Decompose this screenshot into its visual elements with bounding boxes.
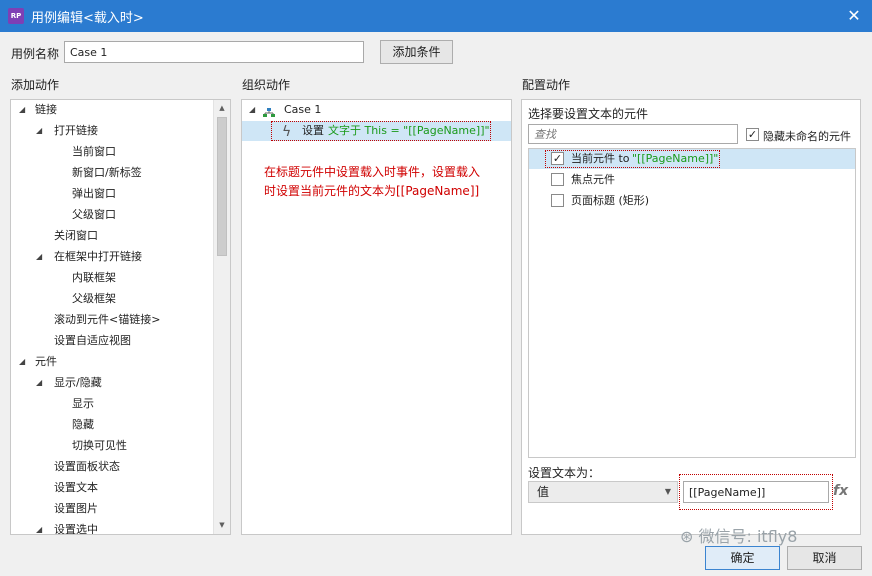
expand-triangle-icon[interactable]: ◢ xyxy=(19,100,25,120)
widget-checkbox[interactable] xyxy=(551,194,564,207)
add-condition-button[interactable]: 添加条件 xyxy=(380,40,453,64)
scroll-thumb[interactable] xyxy=(217,117,227,256)
set-text-type-select[interactable]: 值 ▼ xyxy=(528,481,678,503)
select-widget-heading: 选择要设置文本的元件 xyxy=(528,107,649,121)
organize-actions-heading: 组织动作 xyxy=(242,78,291,92)
action-tree-item[interactable]: 设置面板状态 xyxy=(11,457,214,477)
action-tree-label: 隐藏 xyxy=(72,418,94,431)
widget-row-focus[interactable]: 焦点元件 xyxy=(529,170,855,190)
action-tree-item[interactable]: 显示 xyxy=(11,394,214,414)
widget-checkbox[interactable] xyxy=(551,173,564,186)
action-tree-label: 元件 xyxy=(35,355,57,368)
scroll-up-icon[interactable]: ▲ xyxy=(214,100,230,117)
action-tree-item[interactable]: 关闭窗口 xyxy=(11,226,214,246)
action-tree-label: 新窗口/新标签 xyxy=(72,166,142,179)
set-text-value-input[interactable] xyxy=(683,481,829,503)
highlight-box xyxy=(271,121,491,141)
title-bar: RP 用例编辑<载入时> ✕ xyxy=(0,0,872,32)
action-tree-item[interactable]: 新窗口/新标签 xyxy=(11,163,214,183)
action-tree-item[interactable]: 滚动到元件<锚链接> xyxy=(11,310,214,330)
case-label: Case 1 xyxy=(284,103,322,116)
configure-actions-panel: 选择要设置文本的元件 ✓ 隐藏未命名的元件 ✓ 当前元件 to "[[PageN… xyxy=(521,99,861,535)
action-tree-label: 设置自适应视图 xyxy=(54,334,131,347)
scroll-down-icon[interactable]: ▼ xyxy=(214,517,230,534)
action-tree-item[interactable]: 父级框架 xyxy=(11,289,214,309)
case-name-label: 用例名称 xyxy=(11,47,60,61)
action-tree-item[interactable]: ◢ 显示/隐藏 xyxy=(11,373,214,393)
action-tree-label: 设置图片 xyxy=(54,502,98,515)
cancel-button[interactable]: 取消 xyxy=(787,546,862,570)
organize-actions-panel[interactable]: ◢ Case 1 ϟ 设置 文字于 This = "[[PageName]]" … xyxy=(241,99,512,535)
search-input[interactable] xyxy=(528,124,738,144)
annotation-line-1: 在标题元件中设置载入时事件，设置载入 xyxy=(264,165,481,179)
action-tree-label: 显示 xyxy=(72,397,94,410)
action-tree-item[interactable]: 弹出窗口 xyxy=(11,184,214,204)
action-tree-item[interactable]: ◢ 打开链接 xyxy=(11,121,214,141)
action-tree-label: 打开链接 xyxy=(54,124,98,137)
window-title: 用例编辑<载入时> xyxy=(31,10,144,26)
action-tree-item[interactable]: 切换可见性 xyxy=(11,436,214,456)
expand-triangle-icon[interactable]: ◢ xyxy=(19,352,25,372)
expand-triangle-icon[interactable]: ◢ xyxy=(36,247,42,267)
widget-label: 页面标题 (矩形) xyxy=(571,194,650,207)
set-text-label: 设置文本为： xyxy=(528,466,601,480)
case-icon xyxy=(263,105,275,117)
action-tree-label: 内联框架 xyxy=(72,271,116,284)
select-value: 值 xyxy=(537,485,550,499)
action-tree-label: 显示/隐藏 xyxy=(54,376,102,389)
ok-button[interactable]: 确定 xyxy=(705,546,780,570)
action-tree-label: 当前窗口 xyxy=(72,145,116,158)
add-actions-tree[interactable]: ◢ 链接 ◢ 打开链接当前窗口新窗口/新标签 弹出窗口父级窗口关闭窗口 ◢ 在框架中打开链接… xyxy=(10,99,231,535)
actions-scrollbar[interactable]: ▲ ▼ xyxy=(213,100,230,534)
wechat-icon: ⊛ xyxy=(680,527,699,546)
action-tree-label: 父级框架 xyxy=(72,292,116,305)
action-tree-label: 父级窗口 xyxy=(72,208,116,221)
axure-app-icon: RP xyxy=(8,8,24,24)
action-tree-label: 链接 xyxy=(35,103,57,116)
action-tree-label: 在框架中打开链接 xyxy=(54,250,142,263)
hide-unnamed-checkbox[interactable]: ✓ xyxy=(746,128,759,141)
widget-list[interactable]: ✓ 当前元件 to "[[PageName]]" 焦点元件 页面标题 (矩形) xyxy=(528,148,856,458)
action-tree-label: 关闭窗口 xyxy=(54,229,98,242)
action-tree-item[interactable]: ◢ 设置选中 xyxy=(11,520,214,535)
fx-icon[interactable]: fx xyxy=(833,483,848,499)
action-tree-item[interactable]: 当前窗口 xyxy=(11,142,214,162)
watermark-text: 微信号: itfly8 xyxy=(698,527,798,546)
action-tree-label: 弹出窗口 xyxy=(72,187,116,200)
expand-triangle-icon[interactable]: ◢ xyxy=(36,373,42,393)
action-tree-item[interactable]: ◢ 元件 xyxy=(11,352,214,372)
expand-triangle-icon[interactable]: ◢ xyxy=(36,520,42,534)
action-tree-label: 滚动到元件<锚链接> xyxy=(54,313,161,326)
action-tree-label: 设置面板状态 xyxy=(54,460,120,473)
add-actions-heading: 添加动作 xyxy=(11,78,60,92)
action-tree-item[interactable]: ◢ 链接 xyxy=(11,100,214,120)
hide-unnamed-label: 隐藏未命名的元件 xyxy=(763,130,851,143)
action-tree-label: 设置选中 xyxy=(54,523,98,535)
widget-label: 焦点元件 xyxy=(571,173,615,186)
chevron-down-icon: ▼ xyxy=(664,487,671,496)
action-tree-item[interactable]: 父级窗口 xyxy=(11,205,214,225)
expand-triangle-icon[interactable]: ◢ xyxy=(36,121,42,141)
action-tree-item[interactable]: ◢ 在框架中打开链接 xyxy=(11,247,214,267)
action-tree-item[interactable]: 设置文本 xyxy=(11,478,214,498)
case-row[interactable]: ◢ Case 1 xyxy=(242,100,511,120)
action-tree-label: 切换可见性 xyxy=(72,439,127,452)
annotation-line-2: 时设置当前元件的文本为[[PageName]] xyxy=(264,184,480,198)
close-icon[interactable]: ✕ xyxy=(844,6,864,26)
configure-actions-heading: 配置动作 xyxy=(522,78,571,92)
action-tree-label: 设置文本 xyxy=(54,481,98,494)
watermark: ⊛ 微信号: itfly8 xyxy=(680,523,797,547)
expand-triangle-icon[interactable]: ◢ xyxy=(249,100,255,120)
action-tree-item[interactable]: 设置图片 xyxy=(11,499,214,519)
action-tree-item[interactable]: 隐藏 xyxy=(11,415,214,435)
widget-row-page-title[interactable]: 页面标题 (矩形) xyxy=(529,191,855,211)
case-name-input[interactable] xyxy=(64,41,364,63)
action-tree-item[interactable]: 内联框架 xyxy=(11,268,214,288)
action-tree-item[interactable]: 设置自适应视图 xyxy=(11,331,214,351)
highlight-box xyxy=(545,150,720,168)
